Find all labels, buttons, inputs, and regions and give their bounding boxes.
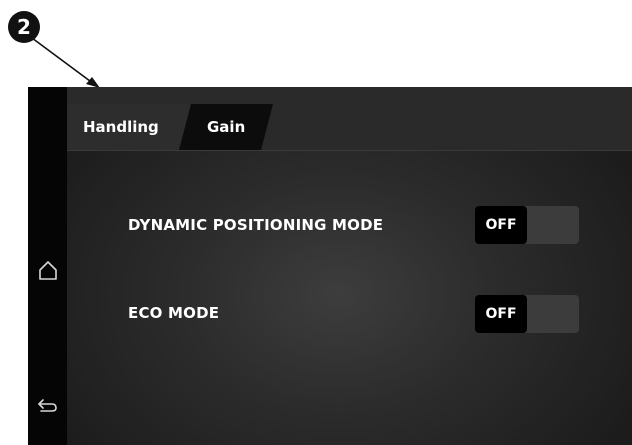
callout-number-badge: 2	[8, 11, 40, 43]
tab-gain-label: Gain	[207, 118, 246, 136]
eco-mode-label: ECO MODE	[128, 304, 220, 322]
tab-handling-label: Handling	[83, 118, 159, 136]
dynamic-positioning-mode-toggle[interactable]: OFF	[475, 206, 579, 244]
toggle-state-text: OFF	[485, 217, 517, 233]
settings-panel: Handling Gain DYNAMIC POSITIONING MODE O…	[67, 87, 632, 445]
device-screen: Handling Gain DYNAMIC POSITIONING MODE O…	[28, 87, 632, 445]
dynamic-positioning-mode-label: DYNAMIC POSITIONING MODE	[128, 216, 384, 234]
tab-bar: Handling Gain	[67, 87, 632, 151]
back-arrow-icon	[37, 399, 57, 412]
back-button[interactable]	[28, 393, 67, 417]
home-icon	[38, 261, 57, 280]
side-nav-bar	[28, 87, 67, 445]
callout-number: 2	[17, 15, 31, 39]
home-button[interactable]	[28, 255, 67, 285]
toggle-state-text: OFF	[485, 306, 517, 322]
toggle-knob: OFF	[475, 295, 527, 333]
tab-gain[interactable]: Gain	[179, 104, 273, 150]
toggle-knob: OFF	[475, 206, 527, 244]
eco-mode-toggle[interactable]: OFF	[475, 295, 579, 333]
